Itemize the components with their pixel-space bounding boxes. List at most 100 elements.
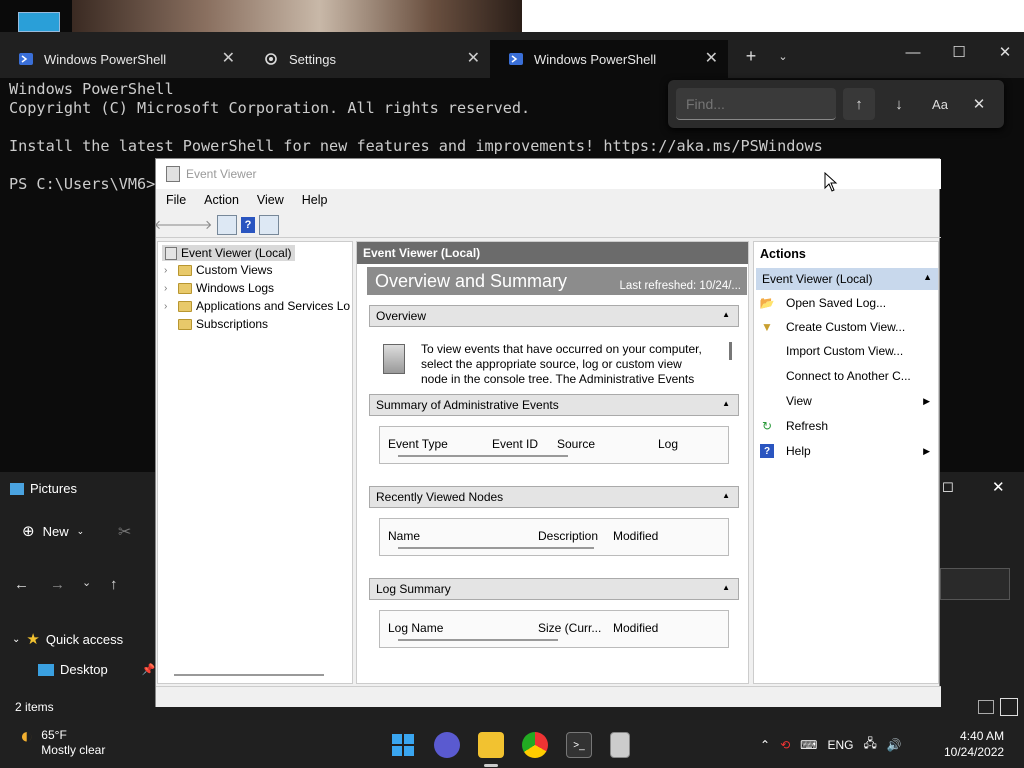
desktop-icon[interactable] xyxy=(18,12,60,32)
action-pane-icon[interactable] xyxy=(259,214,279,235)
action-connect[interactable]: Connect to Another C... xyxy=(786,369,911,383)
column-header[interactable]: Modified xyxy=(613,621,658,635)
column-header[interactable]: Size (Curr... xyxy=(538,621,601,635)
summary-table: Event Type Event ID Source Log xyxy=(379,426,729,464)
column-header[interactable]: Log Name xyxy=(388,621,443,635)
time: 4:40 AM xyxy=(960,729,1005,743)
action-help[interactable]: Help xyxy=(786,444,811,458)
cut-icon[interactable]: ✂ xyxy=(118,522,131,542)
action-open-saved-log[interactable]: Open Saved Log... xyxy=(786,296,886,310)
show-tree-icon[interactable] xyxy=(217,214,237,235)
section-recent[interactable]: Recently Viewed Nodes ▲ xyxy=(369,486,739,508)
date: 10/24/2022 xyxy=(944,745,1005,759)
items-count: 2 items xyxy=(15,700,54,714)
actions-header: Actions xyxy=(760,247,806,261)
weather-widget[interactable]: ◐ 65°F Mostly clear xyxy=(20,725,106,758)
terminal-icon[interactable]: >_ xyxy=(566,732,592,758)
forward-arrow-icon[interactable]: 🡒 xyxy=(178,215,213,235)
action-create-custom-view[interactable]: Create Custom View... xyxy=(786,320,905,334)
column-header[interactable]: Modified xyxy=(613,529,658,543)
close-window-icon[interactable]: ✕ xyxy=(992,478,1005,496)
event-viewer-taskbar-icon[interactable] xyxy=(610,732,630,758)
chat-icon[interactable] xyxy=(434,732,460,758)
file-explorer-icon[interactable] xyxy=(478,732,504,758)
menu-help[interactable]: Help xyxy=(302,193,328,207)
menu-view[interactable]: View xyxy=(257,193,284,207)
find-down-icon[interactable]: ↓ xyxy=(883,88,915,120)
action-refresh[interactable]: Refresh xyxy=(786,419,828,433)
sync-icon[interactable]: ⟲ xyxy=(780,738,790,752)
tree-node-windows-logs[interactable]: › Windows Logs xyxy=(164,281,274,295)
close-window-icon[interactable]: ✕ xyxy=(982,32,1024,72)
weather-condition: Mostly clear xyxy=(41,743,106,757)
details-view-icon[interactable] xyxy=(978,700,994,714)
up-arrow-icon[interactable]: ↑ xyxy=(110,576,118,593)
close-find-icon[interactable]: ✕ xyxy=(963,88,995,120)
tree-node-subscriptions[interactable]: Subscriptions xyxy=(178,317,268,331)
scrollbar-thumb[interactable] xyxy=(729,342,732,360)
collapse-icon[interactable]: ▲ xyxy=(722,491,730,500)
collapse-icon[interactable]: ▲ xyxy=(722,583,730,592)
horizontal-scrollbar[interactable] xyxy=(398,639,558,641)
close-tab-icon[interactable]: ✕ xyxy=(705,48,718,68)
action-import-custom-view[interactable]: Import Custom View... xyxy=(786,344,903,358)
recent-chevron-icon[interactable]: ⌄ xyxy=(82,576,91,589)
column-header[interactable]: Description xyxy=(538,529,598,543)
tree-node-apps-services[interactable]: › Applications and Services Lo xyxy=(164,299,350,313)
actions-subheader[interactable]: Event Viewer (Local) ▲ xyxy=(756,268,938,290)
section-label: Summary of Administrative Events xyxy=(376,398,559,412)
chevron-up-icon[interactable]: ⌃ xyxy=(760,738,770,752)
help-icon[interactable]: ? xyxy=(241,216,255,233)
quick-access-item[interactable]: ⌄ ★ Quick access xyxy=(12,630,123,648)
forward-arrow-icon[interactable]: → xyxy=(50,576,65,593)
tree-node-custom-views[interactable]: › Custom Views xyxy=(164,263,272,277)
collapse-icon[interactable]: ▲ xyxy=(722,399,730,408)
column-header[interactable]: Name xyxy=(388,529,420,543)
menu-action[interactable]: Action xyxy=(204,193,239,207)
tab-powershell-2[interactable]: Windows PowerShell ✕ xyxy=(490,40,728,78)
chevron-down-icon[interactable]: ⌄ xyxy=(760,36,806,76)
find-up-icon[interactable]: ↑ xyxy=(843,88,875,120)
chevron-down-icon: ⌄ xyxy=(12,633,21,645)
find-input[interactable] xyxy=(676,88,836,120)
action-view[interactable]: View xyxy=(786,394,812,408)
tab-powershell-1[interactable]: Windows PowerShell ✕ xyxy=(0,40,245,78)
tiles-view-icon[interactable] xyxy=(1000,698,1018,716)
desktop-item[interactable]: Desktop 📌 xyxy=(38,662,155,677)
network-icon[interactable]: 🖧 xyxy=(863,734,876,755)
close-tab-icon[interactable]: ✕ xyxy=(222,48,235,68)
tab-settings[interactable]: Settings ✕ xyxy=(245,40,490,78)
collapse-icon[interactable]: ▲ xyxy=(722,310,730,319)
maximize-icon[interactable]: ☐ xyxy=(942,480,954,496)
collapse-icon[interactable]: ▲ xyxy=(923,272,932,282)
volume-icon[interactable]: 🔊 xyxy=(887,738,902,752)
clock[interactable]: 4:40 AM 10/24/2022 xyxy=(944,728,1004,760)
match-case-button[interactable]: Aa xyxy=(924,88,956,120)
horizontal-scrollbar[interactable] xyxy=(174,674,324,676)
active-indicator xyxy=(484,764,498,767)
explorer-title: Pictures xyxy=(10,481,77,496)
menu-file[interactable]: File xyxy=(166,193,186,207)
start-icon[interactable] xyxy=(390,732,416,758)
taskbar: ◐ 65°F Mostly clear >_ ⌃ ⟲ ⌨ ENG 🖧 🔊 4:4… xyxy=(0,720,1024,768)
back-arrow-icon[interactable]: ← xyxy=(14,576,29,593)
column-header[interactable]: Source xyxy=(557,437,595,451)
search-box[interactable] xyxy=(940,568,1010,600)
new-label: New xyxy=(42,523,69,539)
keyboard-icon[interactable]: ⌨ xyxy=(800,738,817,752)
new-button[interactable]: ⊕ New ⌄ xyxy=(22,522,84,540)
horizontal-scrollbar[interactable] xyxy=(398,547,594,549)
column-header[interactable]: Event Type xyxy=(388,437,448,451)
tree-node-root[interactable]: Event Viewer (Local) xyxy=(162,245,295,261)
section-overview[interactable]: Overview ▲ xyxy=(369,305,739,327)
maximize-icon[interactable]: ☐ xyxy=(936,32,982,72)
section-log-summary[interactable]: Log Summary ▲ xyxy=(369,578,739,600)
close-tab-icon[interactable]: ✕ xyxy=(467,48,480,68)
section-summary[interactable]: Summary of Administrative Events ▲ xyxy=(369,394,739,416)
minimize-icon[interactable]: — xyxy=(890,32,936,72)
column-header[interactable]: Event ID xyxy=(492,437,538,451)
column-header[interactable]: Log xyxy=(658,437,678,451)
chrome-icon[interactable] xyxy=(522,732,548,758)
language-indicator[interactable]: ENG xyxy=(827,738,853,752)
horizontal-scrollbar[interactable] xyxy=(398,455,568,457)
